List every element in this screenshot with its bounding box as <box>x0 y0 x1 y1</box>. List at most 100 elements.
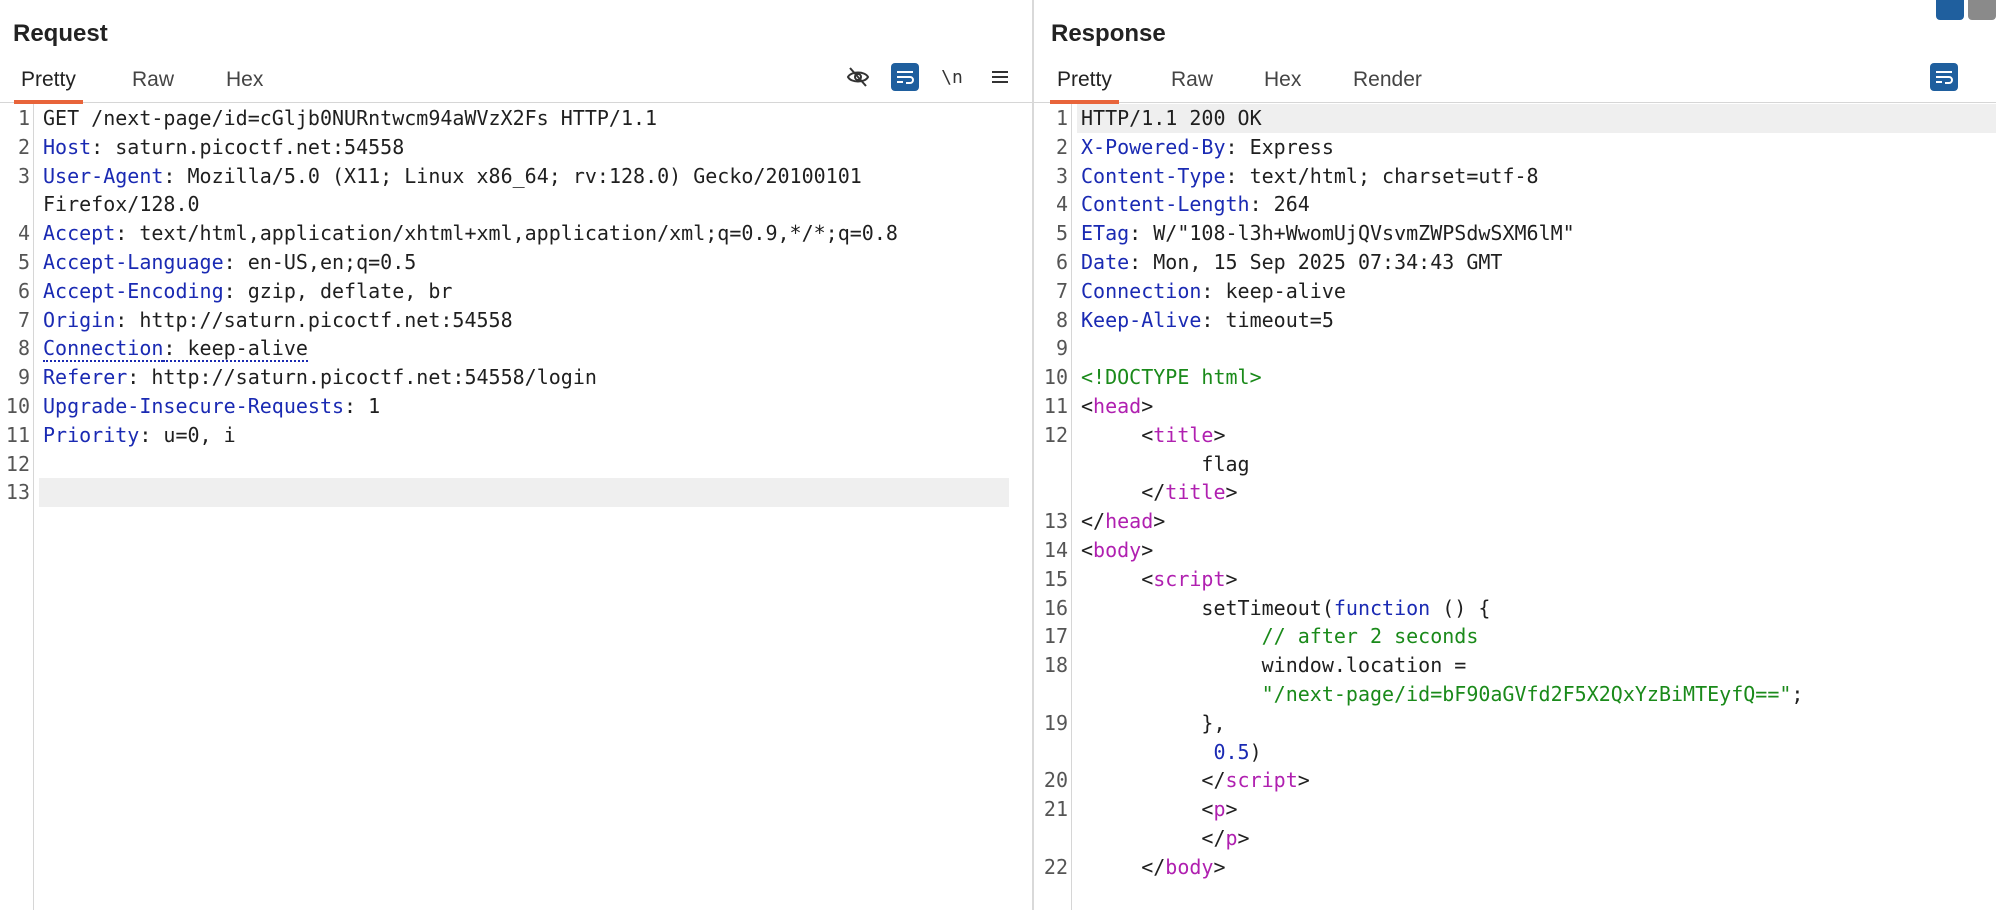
line-number: 7 <box>17 307 30 332</box>
line-number: 8 <box>17 336 30 361</box>
line-text: Keep-Alive: timeout=5 <box>1081 306 1334 335</box>
response-tab-hex[interactable]: Hex <box>1257 64 1308 100</box>
request-pane: Request Pretty Raw Hex \n 1 GET /next-pag… <box>0 0 1032 910</box>
layout-split-button[interactable] <box>1936 0 1964 20</box>
token: Content-Length <box>1081 192 1250 217</box>
code-line: 4 Accept: text/html,application/xhtml+xml… <box>0 219 1032 248</box>
code-line: 3 Content-Type: text/html; charset=utf-8 <box>1034 162 1996 191</box>
token: setTimeout( <box>1081 595 1334 620</box>
code-line: 20 </script> <box>1034 766 1996 795</box>
code-line: flag <box>1034 450 1996 479</box>
line-text: // after 2 seconds <box>1081 622 1479 651</box>
code-line: 16 setTimeout(function () { <box>1034 594 1996 623</box>
line-text: <!DOCTYPE html> <box>1081 363 1262 392</box>
line-number: 12 <box>5 451 30 476</box>
token: : keep-alive <box>163 336 308 363</box>
line-text: </body> <box>1081 853 1226 882</box>
code-line: 5 Accept-Language: en-US,en;q=0.5 <box>0 248 1032 277</box>
token: function <box>1333 595 1431 620</box>
token: Accept-Encoding <box>43 278 224 303</box>
hamburger-icon <box>992 71 1008 83</box>
request-tabs: Pretty Raw Hex <box>0 64 1032 104</box>
code-line: 11 <head> <box>1034 392 1996 421</box>
layout-stack-button[interactable] <box>1968 0 1996 20</box>
token: script <box>1153 566 1226 591</box>
response-editor[interactable]: 1 HTTP/1.1 200 OK 2 X-Powered-By: Express 3 C… <box>1034 104 1996 882</box>
token: : text/html,application/xhtml+xml,applic… <box>115 221 898 246</box>
line-number: 6 <box>17 278 30 303</box>
menu-icon[interactable] <box>985 62 1015 92</box>
line-number: 4 <box>1055 192 1068 217</box>
code-line: 13 <box>6 478 1009 508</box>
line-text: ETag: W/"108-l3h+WwomUjQVsvmZWPSdwSXM6lM… <box>1081 219 1575 248</box>
word-wrap-button[interactable] <box>891 63 919 91</box>
response-word-wrap-button[interactable] <box>1930 63 1958 91</box>
token: 0.5 <box>1213 739 1250 764</box>
request-tab-pretty[interactable]: Pretty <box>14 64 83 104</box>
token: GET /next-page/id=cGljb0NURntwcm94aWVzX2… <box>43 106 658 130</box>
token: ; <box>1791 681 1804 706</box>
token: > <box>1213 854 1226 879</box>
token: : Mon, 15 Sep 2025 07:34:43 GMT <box>1129 249 1503 274</box>
response-tab-raw[interactable]: Raw <box>1164 64 1220 100</box>
line-text: Accept-Language: en-US,en;q=0.5 <box>43 248 416 277</box>
token: Date <box>1081 249 1130 274</box>
token: head <box>1105 509 1154 534</box>
token: > <box>1141 537 1154 562</box>
line-text: Origin: http://saturn.picoctf.net:54558 <box>43 306 513 335</box>
response-tab-pretty[interactable]: Pretty <box>1050 64 1119 104</box>
line-number: 16 <box>1043 595 1068 620</box>
line-text: <script> <box>1081 565 1237 594</box>
line-number: 1 <box>17 106 30 130</box>
token: ) <box>1249 739 1262 764</box>
newline-toggle-button[interactable]: \n <box>937 62 967 92</box>
token: < <box>1081 537 1094 562</box>
code-line: 15 <script> <box>1034 565 1996 594</box>
line-number: 21 <box>1043 797 1068 822</box>
code-line: 9 <box>1034 334 1996 363</box>
token: : gzip, deflate, br <box>223 278 453 303</box>
code-line: 12 <box>0 450 1032 479</box>
line-number: 17 <box>1043 624 1068 649</box>
code-line: 17 // after 2 seconds <box>1034 622 1996 651</box>
token: : en-US,en;q=0.5 <box>223 249 417 274</box>
response-tabs: Pretty Raw Hex Render <box>1034 64 1996 104</box>
token: <!DOCTYPE html> <box>1081 365 1262 390</box>
token: > <box>1297 768 1310 793</box>
wrap-icon <box>1936 71 1953 84</box>
request-tab-hex[interactable]: Hex <box>219 64 270 100</box>
token: : timeout=5 <box>1201 307 1334 332</box>
token: : http://saturn.picoctf.net:54558 <box>115 307 513 332</box>
code-line: Firefox/128.0 <box>0 190 1032 219</box>
token: > <box>1153 509 1166 534</box>
request-tab-raw[interactable]: Raw <box>125 64 181 100</box>
request-editor[interactable]: 1 GET /next-page/id=cGljb0NURntwcm94aWVzX… <box>0 104 1032 508</box>
token: Keep-Alive <box>1081 307 1202 332</box>
line-text: <body> <box>1081 536 1153 565</box>
line-number: 1 <box>1055 106 1068 130</box>
code-line: 0.5) <box>1034 738 1996 767</box>
code-line: 6 Accept-Encoding: gzip, deflate, br <box>0 277 1032 306</box>
token: flag <box>1081 451 1250 476</box>
code-line: 5 ETag: W/"108-l3h+WwomUjQVsvmZWPSdwSXM6l… <box>1034 219 1996 248</box>
code-line: 7 Origin: http://saturn.picoctf.net:54558 <box>0 306 1032 335</box>
code-line: 14 <body> <box>1034 536 1996 565</box>
token: </ <box>1081 509 1106 534</box>
hide-icon[interactable] <box>843 62 873 92</box>
wrap-icon <box>897 71 914 84</box>
request-title: Request <box>13 20 108 47</box>
line-number: 13 <box>5 480 30 505</box>
line-text: <p> <box>1081 795 1237 824</box>
code-line: 8 Connection: keep-alive <box>0 334 1032 363</box>
line-number: 18 <box>1043 653 1068 678</box>
token: p <box>1225 825 1238 850</box>
line-text: flag <box>1081 450 1250 479</box>
line-text: User-Agent: Mozilla/5.0 (X11; Linux x86_… <box>43 162 862 191</box>
token: title <box>1165 480 1226 505</box>
line-text: setTimeout(function () { <box>1081 594 1490 623</box>
line-text: }, <box>1081 709 1225 738</box>
response-tab-render[interactable]: Render <box>1346 64 1429 100</box>
token: </ <box>1081 768 1226 793</box>
token: < <box>1081 422 1154 447</box>
